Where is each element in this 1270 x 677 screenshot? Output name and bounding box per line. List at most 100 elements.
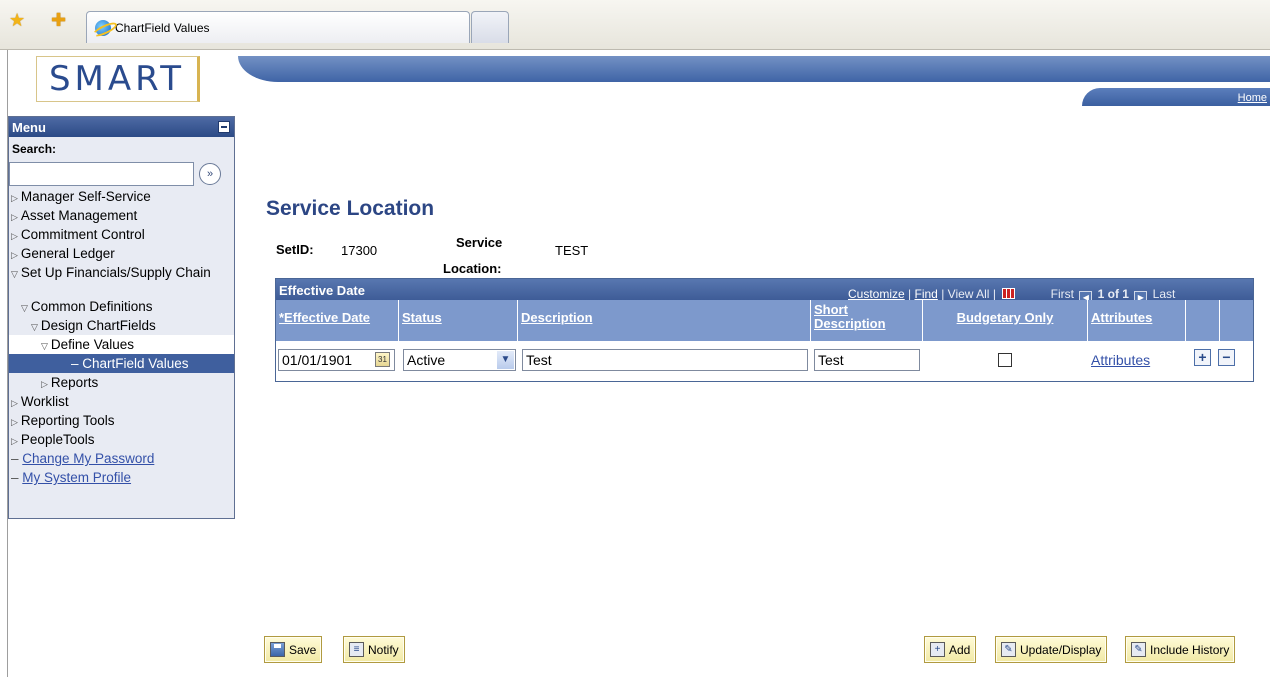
browser-tab-chartfield-values[interactable]: ChartField Values [86,11,470,43]
menu-item-label: Asset Management [20,208,138,223]
col-effective-date[interactable]: *Effective Date [276,300,399,341]
add-icon: + [930,642,945,657]
view-all-link[interactable]: View All [948,287,990,301]
col-attributes[interactable]: Attributes [1088,300,1186,341]
menu-item-label: Set Up Financials/Supply Chain [20,265,211,280]
menu-item-manager-self-service[interactable]: ▷ Manager Self-Service [9,187,234,206]
include-history-icon: ✎ [1131,642,1146,657]
menu-collapse-icon[interactable] [218,121,230,133]
update-display-button[interactable]: ✎ Update/Display [995,636,1108,663]
menu-item-label: – ChartField Values [71,356,189,371]
menu-search-input[interactable] [9,162,194,186]
menu-item-chartfield-values[interactable]: – ChartField Values [9,354,234,373]
notify-label: Notify [368,642,399,657]
menu-item-label: PeopleTools [20,432,95,447]
system-profile-link[interactable]: My System Profile [22,470,131,485]
col-status[interactable]: Status [399,300,518,341]
add-favorites-icon[interactable]: ✚ [51,11,66,29]
expanded-triangle-icon: ▽ [31,322,38,332]
find-link[interactable]: Find [915,287,938,301]
budgetary-only-checkbox[interactable] [998,353,1012,367]
expanded-triangle-icon: ▽ [21,303,28,313]
service-location-value: TEST [555,243,589,258]
calendar-icon[interactable]: 31 [375,352,390,367]
new-tab-button[interactable] [471,11,509,43]
customize-link[interactable]: Customize [848,287,905,301]
menu-item-label: Design ChartFields [40,318,156,333]
menu-item-change-password[interactable]: – Change My Password [9,449,234,468]
menu-item-setup-financials[interactable]: ▽ Set Up Financials/Supply Chain [9,263,234,297]
menu-item-common-definitions[interactable]: ▽ Common Definitions [9,297,234,316]
search-go-icon[interactable]: » [199,163,221,185]
collapsed-triangle-icon: ▷ [11,417,18,427]
menu-item-commitment-control[interactable]: ▷ Commitment Control [9,225,234,244]
menu-item-general-ledger[interactable]: ▷ General Ledger [9,244,234,263]
menu-item-asset-management[interactable]: ▷ Asset Management [9,206,234,225]
menu-item-label: Worklist [20,394,69,409]
menu-item-define-values[interactable]: ▽ Define Values [9,335,234,354]
description-cell: Test [522,349,808,371]
setid-value: 17300 [341,243,378,258]
col-short-description-line2: Description [814,316,886,331]
effective-date-grid: Effective Date Customize | Find | View A… [275,278,1254,382]
service-location-label-line2: Location: [443,261,502,276]
menu-search-row: » [9,161,234,187]
col-delete [1220,300,1254,341]
setid-label: SetID: [276,242,314,257]
col-short-description[interactable]: Short Description [811,300,923,341]
download-grid-icon[interactable] [1002,288,1016,299]
menu-panel: Menu Search: » ▷ Manager Self-Service ▷ As… [8,116,235,519]
last-label: Last [1152,287,1176,301]
browser-tab-bar: ★ ✚ ChartField Values [0,0,1270,50]
smart-logo: SMART [36,56,200,102]
menu-item-reporting-tools[interactable]: ▷ Reporting Tools [9,411,234,430]
col-description[interactable]: Description [518,300,811,341]
add-row-icon[interactable]: + [1194,349,1211,366]
effective-date-cell: 01/01/1901 31 [278,349,395,371]
menu-item-label: Reports [50,375,99,390]
notify-button[interactable]: ≡ Notify [343,636,405,663]
grid-title: Effective Date [279,283,365,298]
menu-item-label: Define Values [50,337,134,352]
menu-item-reports[interactable]: ▷ Reports [9,373,234,392]
menu-item-peopletools[interactable]: ▷ PeopleTools [9,430,234,449]
collapsed-triangle-icon: ▷ [11,436,18,446]
browser-tab-title: ChartField Values [115,20,210,35]
status-cell: Active ▼ [403,349,516,371]
short-description-input[interactable]: Test [814,349,920,371]
menu-title-bar: Menu [9,117,234,137]
attributes-link[interactable]: Attributes [1091,352,1150,368]
menu-item-label: Commitment Control [20,227,145,242]
header-band [238,56,1270,82]
menu-item-worklist[interactable]: ▷ Worklist [9,392,234,411]
add-button[interactable]: + Add [924,636,977,663]
menu-item-label: Reporting Tools [20,413,115,428]
menu-item-label: Common Definitions [30,299,153,314]
status-select[interactable]: Active ▼ [403,349,516,371]
description-input[interactable]: Test [522,349,808,371]
header-nav-band: Home [1082,88,1270,106]
menu-list: ▷ Manager Self-Service ▷ Asset Management … [9,187,234,487]
menu-item-system-profile[interactable]: – My System Profile [9,468,234,487]
separator: | [908,287,912,301]
change-password-link[interactable]: Change My Password [22,451,154,466]
chevron-down-icon[interactable]: ▼ [497,351,514,369]
notify-icon: ≡ [349,642,364,657]
delete-row-icon[interactable]: − [1218,349,1235,366]
expanded-triangle-icon: ▽ [41,341,48,351]
include-history-button[interactable]: ✎ Include History [1125,636,1236,663]
save-icon [270,642,285,657]
col-budgetary-only[interactable]: Budgetary Only [923,300,1088,341]
favorites-star-icon[interactable]: ★ [9,11,25,29]
save-label: Save [289,642,317,657]
home-link[interactable]: Home [1238,92,1267,104]
internet-explorer-icon [95,19,111,36]
menu-item-design-chartfields[interactable]: ▽ Design ChartFields [9,316,234,335]
first-label: First [1050,287,1074,301]
service-location-label-line1: Service [456,235,503,250]
collapsed-triangle-icon: ▷ [11,212,18,222]
page-title: Service Location [266,197,435,220]
save-button[interactable]: Save [264,636,323,663]
separator: | [992,287,996,301]
status-selected-value: Active [407,352,446,368]
